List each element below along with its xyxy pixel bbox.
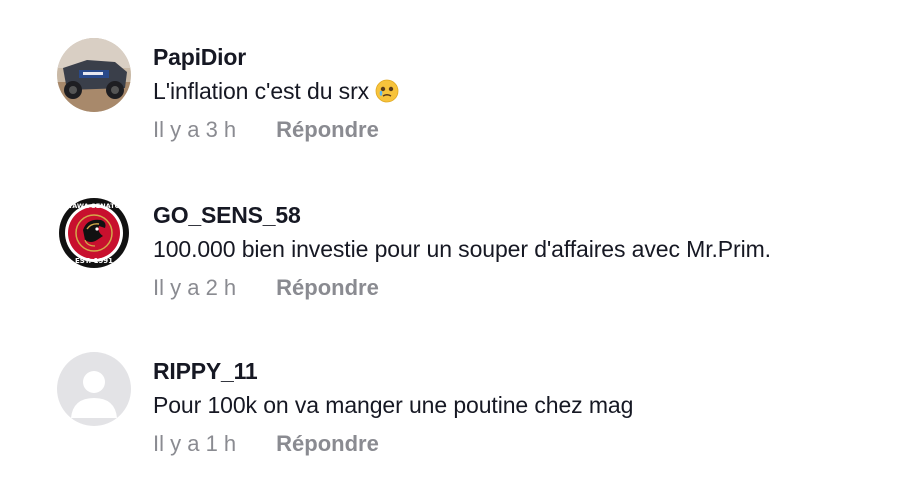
default-user-icon: [57, 352, 131, 426]
reply-button[interactable]: Répondre: [276, 117, 379, 142]
ottawa-senators-logo: OTTAWA SENATORS EST. 1991: [57, 196, 131, 270]
avatar[interactable]: [57, 38, 131, 112]
comment-text: L'inflation c'est du srx: [153, 78, 370, 104]
logo-text-bottom: EST. 1991: [75, 257, 113, 265]
username[interactable]: RIPPY_11: [153, 358, 258, 385]
comment-meta: Il y a 3 h Répondre: [153, 117, 379, 143]
reply-button[interactable]: Répondre: [276, 275, 379, 300]
logo-text-top: OTTAWA SENATORS: [58, 202, 130, 210]
comment-text: Pour 100k on va manger une poutine chez …: [153, 392, 634, 418]
avatar-photo: [57, 38, 131, 112]
username[interactable]: GO_SENS_58: [153, 202, 301, 229]
avatar[interactable]: [57, 352, 131, 426]
comment-text-row: L'inflation c'est du srx: [153, 78, 399, 105]
avatar[interactable]: OTTAWA SENATORS EST. 1991: [57, 196, 131, 270]
comment-meta: Il y a 1 h Répondre: [153, 431, 379, 457]
timestamp: Il y a 2 h: [153, 275, 237, 300]
username[interactable]: PapiDior: [153, 44, 246, 71]
reply-button[interactable]: Répondre: [276, 431, 379, 456]
timestamp: Il y a 3 h: [153, 117, 237, 142]
timestamp: Il y a 1 h: [153, 431, 237, 456]
comment-item: OTTAWA SENATORS EST. 1991 GO_SENS_58 100…: [57, 196, 887, 300]
comment-text: 100.000 bien investie pour un souper d'a…: [153, 236, 771, 262]
comment-meta: Il y a 2 h Répondre: [153, 275, 379, 301]
comment-item: PapiDior L'inflation c'est du srx Il y a…: [57, 38, 887, 142]
comment-item: RIPPY_11 Pour 100k on va manger une pout…: [57, 352, 887, 456]
face-holding-back-tears-icon: [375, 79, 399, 103]
